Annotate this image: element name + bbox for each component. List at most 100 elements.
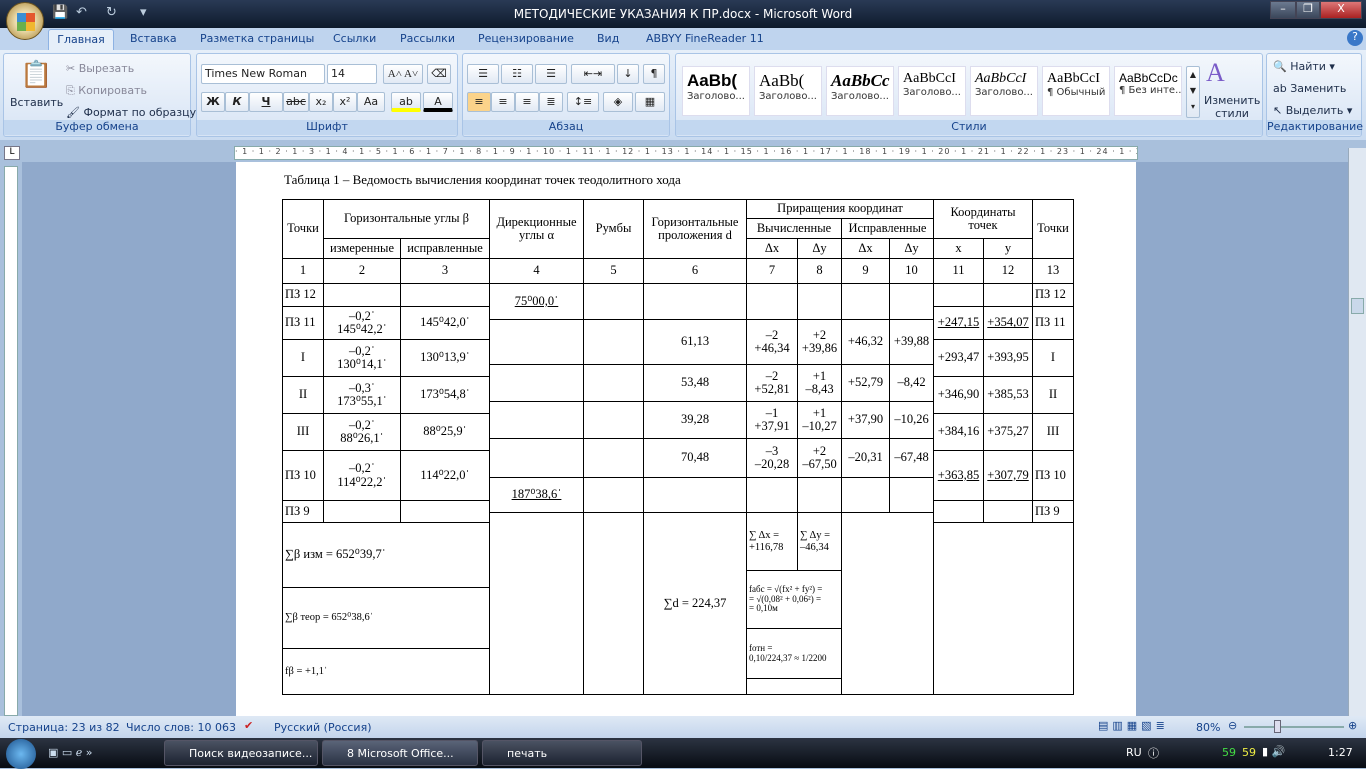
close-button[interactable]: X bbox=[1320, 1, 1362, 19]
numbering-icon[interactable]: ☷ bbox=[501, 64, 533, 84]
style-heading-1[interactable]: AaBb(Заголово... bbox=[682, 66, 750, 116]
tab-insert[interactable]: Вставка bbox=[130, 32, 177, 45]
clear-format-icon[interactable]: ⌫ bbox=[427, 64, 451, 84]
group-paragraph: ☰ ☷ ☰ ⇤⇥ ↓ ¶ ≡ ≡ ≡ ≣ ↕≡ ◈ ▦ Абзац bbox=[462, 53, 670, 137]
style-name: Заголово... bbox=[687, 91, 745, 102]
sort-icon[interactable]: ↓ bbox=[617, 64, 639, 84]
redo-icon[interactable]: ↻ bbox=[106, 5, 122, 21]
start-button[interactable] bbox=[6, 739, 36, 769]
borders-icon[interactable]: ▦ bbox=[635, 92, 665, 112]
zoom-in-icon[interactable]: ⊕ bbox=[1348, 719, 1357, 732]
zoom-level[interactable]: 80% bbox=[1196, 721, 1220, 734]
dx-corr-cell bbox=[841, 477, 890, 513]
paste-button[interactable]: Вставить bbox=[10, 96, 63, 109]
language[interactable]: Русский (Россия) bbox=[274, 721, 372, 734]
word-count[interactable]: Число слов: 10 063 bbox=[126, 721, 236, 734]
tray-icons[interactable]: ▮ 🔊 bbox=[1262, 745, 1285, 758]
minimize-button[interactable]: – bbox=[1270, 1, 1296, 19]
customize-qat-icon[interactable]: ▾ bbox=[140, 5, 156, 21]
paste-icon[interactable]: 📋 bbox=[20, 60, 52, 90]
point-cell: ПЗ 12 bbox=[282, 283, 324, 307]
absolute-misclosure: fабс = √(fx² + fy²) = = √(0,08² + 0,06²)… bbox=[746, 570, 842, 629]
justify-icon[interactable]: ≣ bbox=[539, 92, 563, 112]
style-heading-2[interactable]: AaBb(Заголово... bbox=[754, 66, 822, 116]
style-name: Заголово... bbox=[759, 91, 817, 102]
styles-scroll-buttons[interactable]: ▲ ▼ ▾ bbox=[1186, 66, 1200, 118]
cut-button[interactable]: ✂ Вырезать bbox=[66, 62, 134, 75]
scroll-thumb[interactable] bbox=[1351, 298, 1364, 314]
grow-shrink-font-buttons[interactable]: A˄ A˅ bbox=[383, 64, 423, 84]
style-heading-5[interactable]: AaBbCcI Заголово... bbox=[970, 66, 1038, 116]
zoom-slider-thumb[interactable] bbox=[1274, 720, 1281, 733]
help-icon[interactable]: ? bbox=[1347, 30, 1363, 46]
align-left-icon[interactable]: ≡ bbox=[467, 92, 491, 112]
tab-view[interactable]: Вид bbox=[597, 32, 619, 45]
shading-icon[interactable]: ◈ bbox=[603, 92, 633, 112]
style-sample: AaBbCcDc bbox=[1119, 71, 1178, 85]
vertical-scrollbar[interactable] bbox=[1348, 148, 1366, 716]
align-center-icon[interactable]: ≡ bbox=[491, 92, 515, 112]
restore-button[interactable]: ❐ bbox=[1296, 1, 1320, 19]
rumb-cell bbox=[583, 401, 644, 439]
language-indicator[interactable]: RU bbox=[1126, 746, 1142, 759]
help-tray-icon[interactable]: ⓘ bbox=[1148, 745, 1159, 761]
underline-button[interactable]: Ч bbox=[249, 92, 283, 112]
find-button[interactable]: 🔍 Найти ▾ bbox=[1273, 60, 1335, 73]
bullets-icon[interactable]: ☰ bbox=[467, 64, 499, 84]
point-cell-right: ПЗ 11 bbox=[1032, 306, 1074, 340]
tab-home[interactable]: Главная bbox=[48, 29, 114, 50]
view-buttons[interactable]: ▤▥▦▧≣ bbox=[1098, 719, 1169, 732]
save-icon[interactable]: 💾 bbox=[52, 5, 68, 21]
page-count[interactable]: Страница: 23 из 82 bbox=[8, 721, 120, 734]
copy-label: Копировать bbox=[78, 84, 148, 97]
style-normal[interactable]: AaBbCcI ¶ Обычный bbox=[1042, 66, 1110, 116]
tab-abbyy[interactable]: ABBYY FineReader 11 bbox=[646, 32, 764, 45]
undo-icon[interactable]: ↶ bbox=[76, 5, 92, 21]
copy-button[interactable]: ⎘ Копировать bbox=[66, 84, 147, 98]
spellcheck-icon[interactable]: ✔ bbox=[244, 719, 253, 732]
vertical-ruler[interactable] bbox=[4, 166, 18, 716]
change-case-button[interactable]: Aa bbox=[357, 92, 385, 112]
indent-icons[interactable]: ⇤⇥ bbox=[571, 64, 615, 84]
replace-button[interactable]: ab Заменить bbox=[1273, 82, 1346, 95]
font-color-icon[interactable]: A bbox=[423, 92, 453, 112]
dy-cell: +1 –8,43 bbox=[797, 364, 842, 402]
select-button[interactable]: ↖ Выделить ▾ bbox=[1273, 104, 1352, 117]
italic-button[interactable]: К bbox=[225, 92, 249, 112]
strikethrough-button[interactable]: abc bbox=[283, 92, 309, 112]
tab-review[interactable]: Рецензирование bbox=[478, 32, 574, 45]
taskbar-item-word[interactable]: 8 Microsoft Office... bbox=[322, 740, 478, 766]
horizontal-ruler[interactable]: · 1 · 1 · 2 · 1 · 3 · 1 · 4 · 1 · 5 · 1 … bbox=[234, 146, 1138, 160]
style-sample: AaBbCc bbox=[831, 71, 890, 90]
change-styles-button[interactable]: Изменить стили bbox=[1204, 94, 1260, 120]
format-painter-button[interactable]: 🖌 Формат по образцу bbox=[66, 106, 196, 119]
tab-references[interactable]: Ссылки bbox=[333, 32, 376, 45]
show-marks-icon[interactable]: ¶ bbox=[643, 64, 665, 84]
superscript-button[interactable]: x² bbox=[333, 92, 357, 112]
bold-button[interactable]: Ж bbox=[201, 92, 225, 112]
tab-page-layout[interactable]: Разметка страницы bbox=[200, 32, 314, 45]
clock[interactable]: 1:27 bbox=[1328, 746, 1353, 759]
style-no-spacing[interactable]: AaBbCcDc ¶ Без инте... bbox=[1114, 66, 1182, 116]
zoom-slider[interactable] bbox=[1244, 726, 1344, 728]
taskbar-item-folder[interactable]: печать bbox=[482, 740, 642, 766]
align-right-icon[interactable]: ≡ bbox=[515, 92, 539, 112]
header-y: y bbox=[983, 238, 1033, 259]
tab-selector[interactable]: L bbox=[4, 146, 20, 160]
highlight-icon[interactable]: ab bbox=[391, 92, 421, 112]
multilevel-list-icon[interactable]: ☰ bbox=[535, 64, 567, 84]
dx-cell: –3 –20,28 bbox=[746, 438, 798, 478]
dx-corr-cell: +46,32 bbox=[841, 319, 890, 365]
font-name-select[interactable]: Times New Roman bbox=[201, 64, 325, 84]
subscript-button[interactable]: x₂ bbox=[309, 92, 333, 112]
office-button[interactable] bbox=[6, 2, 44, 40]
style-heading-3[interactable]: AaBbCc Заголово... bbox=[826, 66, 894, 116]
rumb-cell bbox=[583, 319, 644, 365]
zoom-out-icon[interactable]: ⊖ bbox=[1228, 719, 1237, 732]
style-heading-4[interactable]: AaBbCcI Заголово... bbox=[898, 66, 966, 116]
quick-launch-icons[interactable]: ▣ ▭ ℯ » bbox=[48, 746, 93, 759]
line-spacing-icon[interactable]: ↕≡ bbox=[567, 92, 599, 112]
taskbar-item-browser[interactable]: Поиск видеозаписе... bbox=[164, 740, 318, 766]
font-size-select[interactable]: 14 bbox=[327, 64, 377, 84]
tab-mailings[interactable]: Рассылки bbox=[400, 32, 455, 45]
